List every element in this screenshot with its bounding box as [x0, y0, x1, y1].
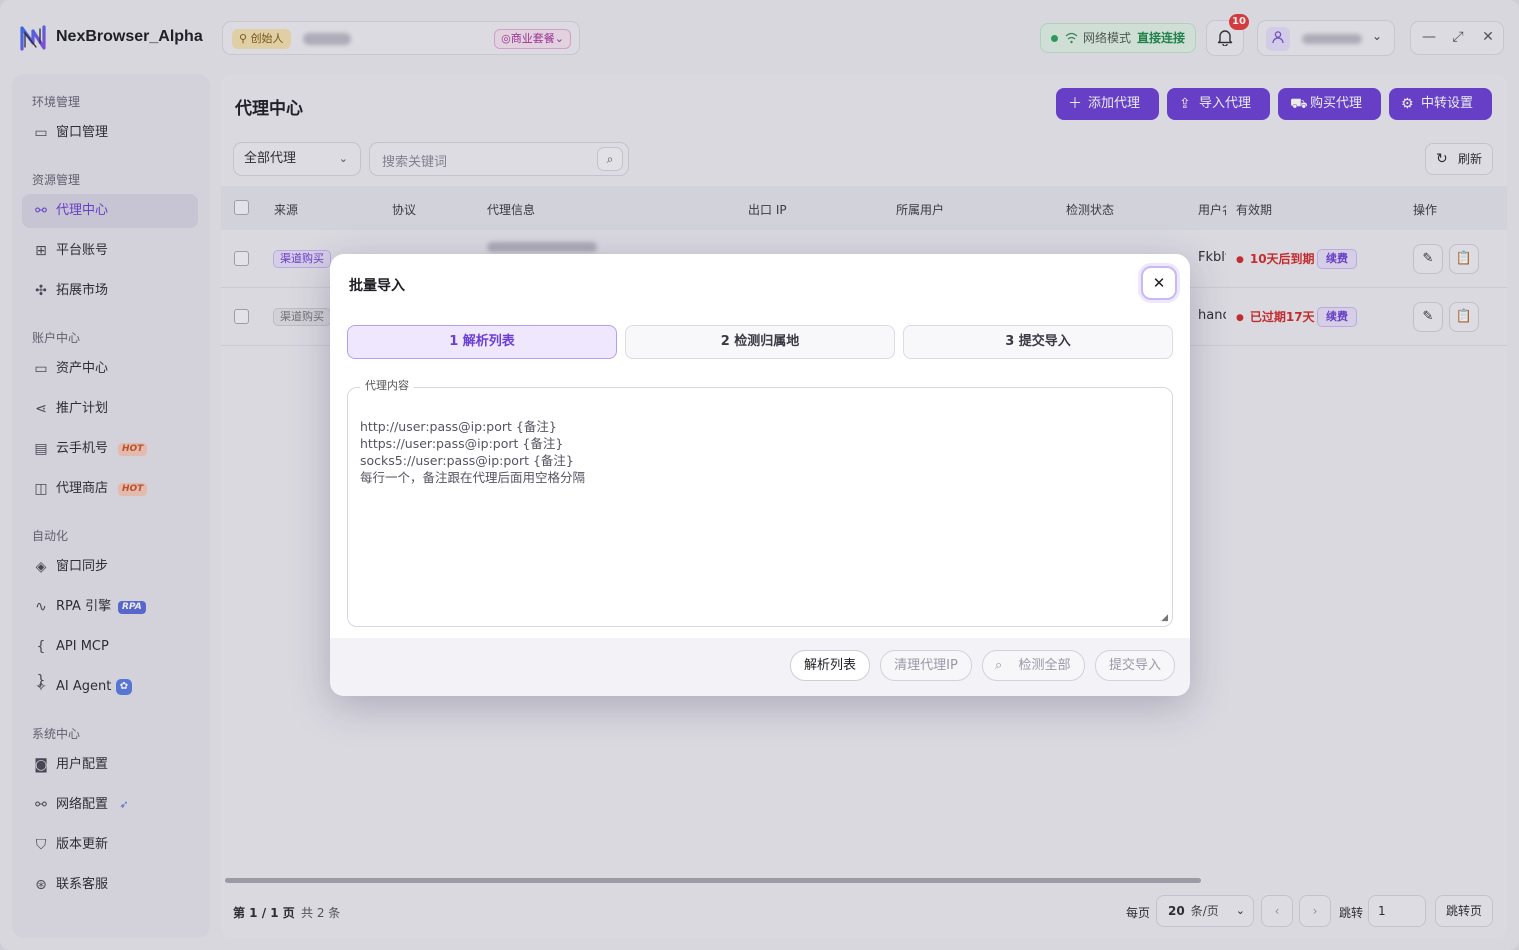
dialog-title: 批量导入	[349, 278, 405, 294]
batch-import-dialog: 批量导入 ✕ 1 解析列表 2 检测归属地 3 提交导入 ◢ 代理内容 http…	[330, 254, 1190, 696]
resize-grip-icon[interactable]: ◢	[1161, 613, 1168, 623]
proxy-content-label: 代理内容	[360, 377, 414, 393]
dialog-footer: 解析列表 清理代理IP ⌕ 检测全部 提交导入	[330, 638, 1190, 696]
search-icon: ⌕	[995, 658, 1003, 673]
placeholder-line: 每行一个，备注跟在代理后面用空格分隔	[360, 470, 586, 485]
check-all-button[interactable]: ⌕ 检测全部	[982, 650, 1085, 681]
app-window: NexBrowser_Alpha ⚲ 创始人 ◎商业套餐⌄ 网络模式 直接连接 …	[0, 0, 1519, 950]
submit-import-button[interactable]: 提交导入	[1095, 650, 1175, 681]
clear-proxy-ip-button[interactable]: 清理代理IP	[880, 650, 972, 681]
close-icon[interactable]: ✕	[1141, 266, 1177, 300]
step-parse-list[interactable]: 1 解析列表	[347, 325, 617, 359]
check-all-label: 检测全部	[1018, 658, 1071, 673]
step-submit-import[interactable]: 3 提交导入	[903, 325, 1173, 359]
step-detect-location[interactable]: 2 检测归属地	[625, 325, 895, 359]
parse-list-button[interactable]: 解析列表	[790, 650, 870, 681]
